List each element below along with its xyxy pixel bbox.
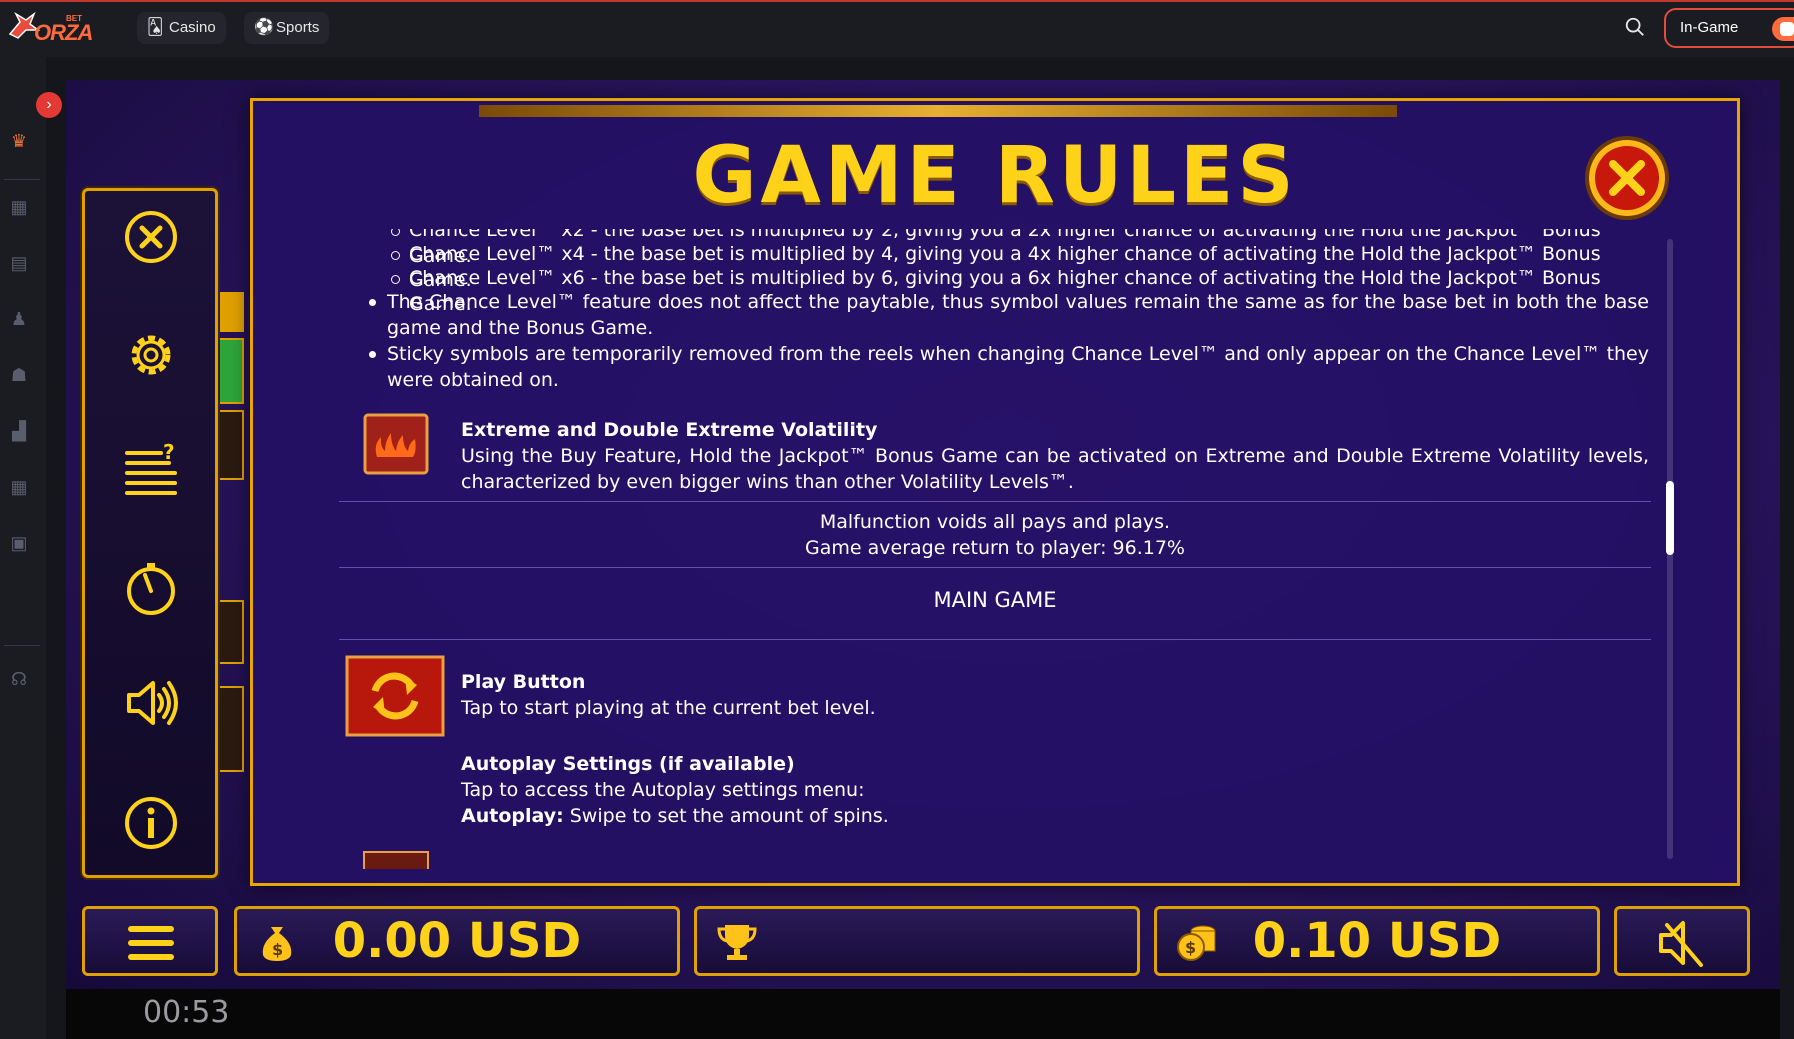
live-dealer-icon[interactable]: ☗ xyxy=(8,365,30,387)
hamburger-icon xyxy=(128,926,174,960)
malfunction-text: Malfunction voids all pays and plays. xyxy=(819,511,1171,533)
section-text: Tap to access the Autoplay settings menu… xyxy=(461,779,865,801)
autoplay-icon xyxy=(363,851,429,869)
reel-edge xyxy=(218,686,244,772)
reel-edge xyxy=(218,600,244,664)
section-title: Play Button xyxy=(461,671,586,693)
divider xyxy=(4,179,40,180)
bet-display[interactable]: $ 0.10 USD xyxy=(1154,906,1600,976)
rules-content[interactable]: Chance Level™ x2 - the base bet is multi… xyxy=(339,229,1659,869)
tab-sports[interactable]: ⚽ Sports xyxy=(244,12,330,44)
gift-icon[interactable]: ▣ xyxy=(8,533,30,555)
user-icon[interactable]: ♟ xyxy=(8,309,30,331)
sound-button[interactable] xyxy=(123,675,179,731)
game-menu-panel: ? xyxy=(82,188,218,878)
rules-list-icon: ? xyxy=(125,440,177,495)
info-icon xyxy=(125,797,177,849)
search-icon[interactable] xyxy=(1624,16,1646,38)
toggle-switch[interactable] xyxy=(1772,17,1794,41)
session-timer: 00:53 xyxy=(143,995,230,1030)
soccer-ball-icon: ⚽ xyxy=(254,19,274,36)
leaderboard-icon[interactable]: ▟ xyxy=(8,421,30,443)
game-rules-dialog: GAME RULES Chance Level™ x2 - the base b… xyxy=(250,98,1740,886)
casino-icon: 🂡 xyxy=(147,19,164,36)
reel-edge xyxy=(218,292,244,332)
divider xyxy=(339,501,1651,502)
section-text: Autoplay: Swipe to set the amount of spi… xyxy=(461,803,1649,829)
info-button[interactable] xyxy=(123,795,179,851)
support-headset-icon[interactable]: ☊ xyxy=(8,669,30,691)
tab-casino-label: Casino xyxy=(169,19,216,36)
paytable-button[interactable]: ? xyxy=(123,440,179,497)
menu-close-button[interactable] xyxy=(123,209,179,265)
play-button-icon xyxy=(345,655,445,737)
gear-icon xyxy=(131,335,171,375)
divider xyxy=(339,639,1651,640)
timer-icon xyxy=(127,563,175,615)
section-text: Using the Buy Feature, Hold the Jackpot™… xyxy=(461,445,1649,493)
timer-bar: 00:53 xyxy=(66,989,1780,1039)
side-nav: ♛ ▦ ▤ ♟ ☗ ▟ ▦ ▣ ☊ xyxy=(0,57,46,1039)
balance-value: 0.00 USD xyxy=(332,913,582,969)
section-title: Autoplay Settings (if available) xyxy=(461,753,795,775)
categories-icon[interactable]: ▦ xyxy=(8,477,30,499)
in-game-toggle[interactable]: In-Game xyxy=(1664,8,1794,48)
autoplay-label: Autoplay: xyxy=(461,805,564,827)
rules-frame-ornament xyxy=(479,105,1397,117)
section-title: Extreme and Double Extreme Volatility xyxy=(461,419,878,441)
rules-title: GAME RULES xyxy=(692,131,1298,221)
list-item: The Chance Level™ feature does not affec… xyxy=(369,291,1649,339)
reel-edge xyxy=(218,410,244,480)
promo-icon[interactable]: ♛ xyxy=(8,131,30,153)
svg-text:?: ? xyxy=(163,441,175,464)
close-rules-button[interactable] xyxy=(1582,133,1672,223)
scrollbar-thumb[interactable] xyxy=(1666,481,1674,555)
tab-casino[interactable]: 🂡 Casino xyxy=(137,12,226,44)
balance-display: $ 0.00 USD xyxy=(234,906,680,976)
speaker-icon xyxy=(127,681,178,725)
expand-sidebar-button[interactable]: › xyxy=(36,92,62,118)
slots-icon[interactable]: ▤ xyxy=(8,253,30,275)
mute-button[interactable] xyxy=(1614,906,1750,976)
divider xyxy=(4,645,40,646)
history-button[interactable] xyxy=(123,561,179,617)
section-text: Tap to start playing at the current bet … xyxy=(461,697,876,719)
top-bar: BET ORZA 🂡 Casino ⚽ Sports In-Game xyxy=(0,0,1794,57)
grid-icon[interactable]: ▦ xyxy=(8,197,30,219)
reel-edge xyxy=(218,338,244,404)
win-display xyxy=(694,906,1140,976)
close-circle-icon xyxy=(125,211,177,263)
section-heading: MAIN GAME xyxy=(933,588,1057,612)
menu-button[interactable] xyxy=(82,906,218,976)
trophy-icon xyxy=(717,925,757,960)
settings-button[interactable] xyxy=(123,327,179,383)
divider xyxy=(339,567,1651,568)
game-frame: ? GAME RULES Chance Level™ x2 - the base… xyxy=(66,80,1780,989)
rtp-text: Game average return to player: 96.17% xyxy=(805,537,1185,559)
in-game-label: In-Game xyxy=(1680,19,1739,36)
volatility-flames-icon xyxy=(363,413,429,475)
site-logo[interactable]: BET ORZA xyxy=(6,6,93,48)
list-item: Sticky symbols are temporarily removed f… xyxy=(369,343,1649,391)
mute-speaker-icon xyxy=(1659,921,1703,967)
bet-value: 0.10 USD xyxy=(1252,913,1502,969)
logo-text: ORZA xyxy=(34,20,93,45)
autoplay-detail: Swipe to set the amount of spins. xyxy=(569,805,889,827)
tab-sports-label: Sports xyxy=(276,19,320,36)
